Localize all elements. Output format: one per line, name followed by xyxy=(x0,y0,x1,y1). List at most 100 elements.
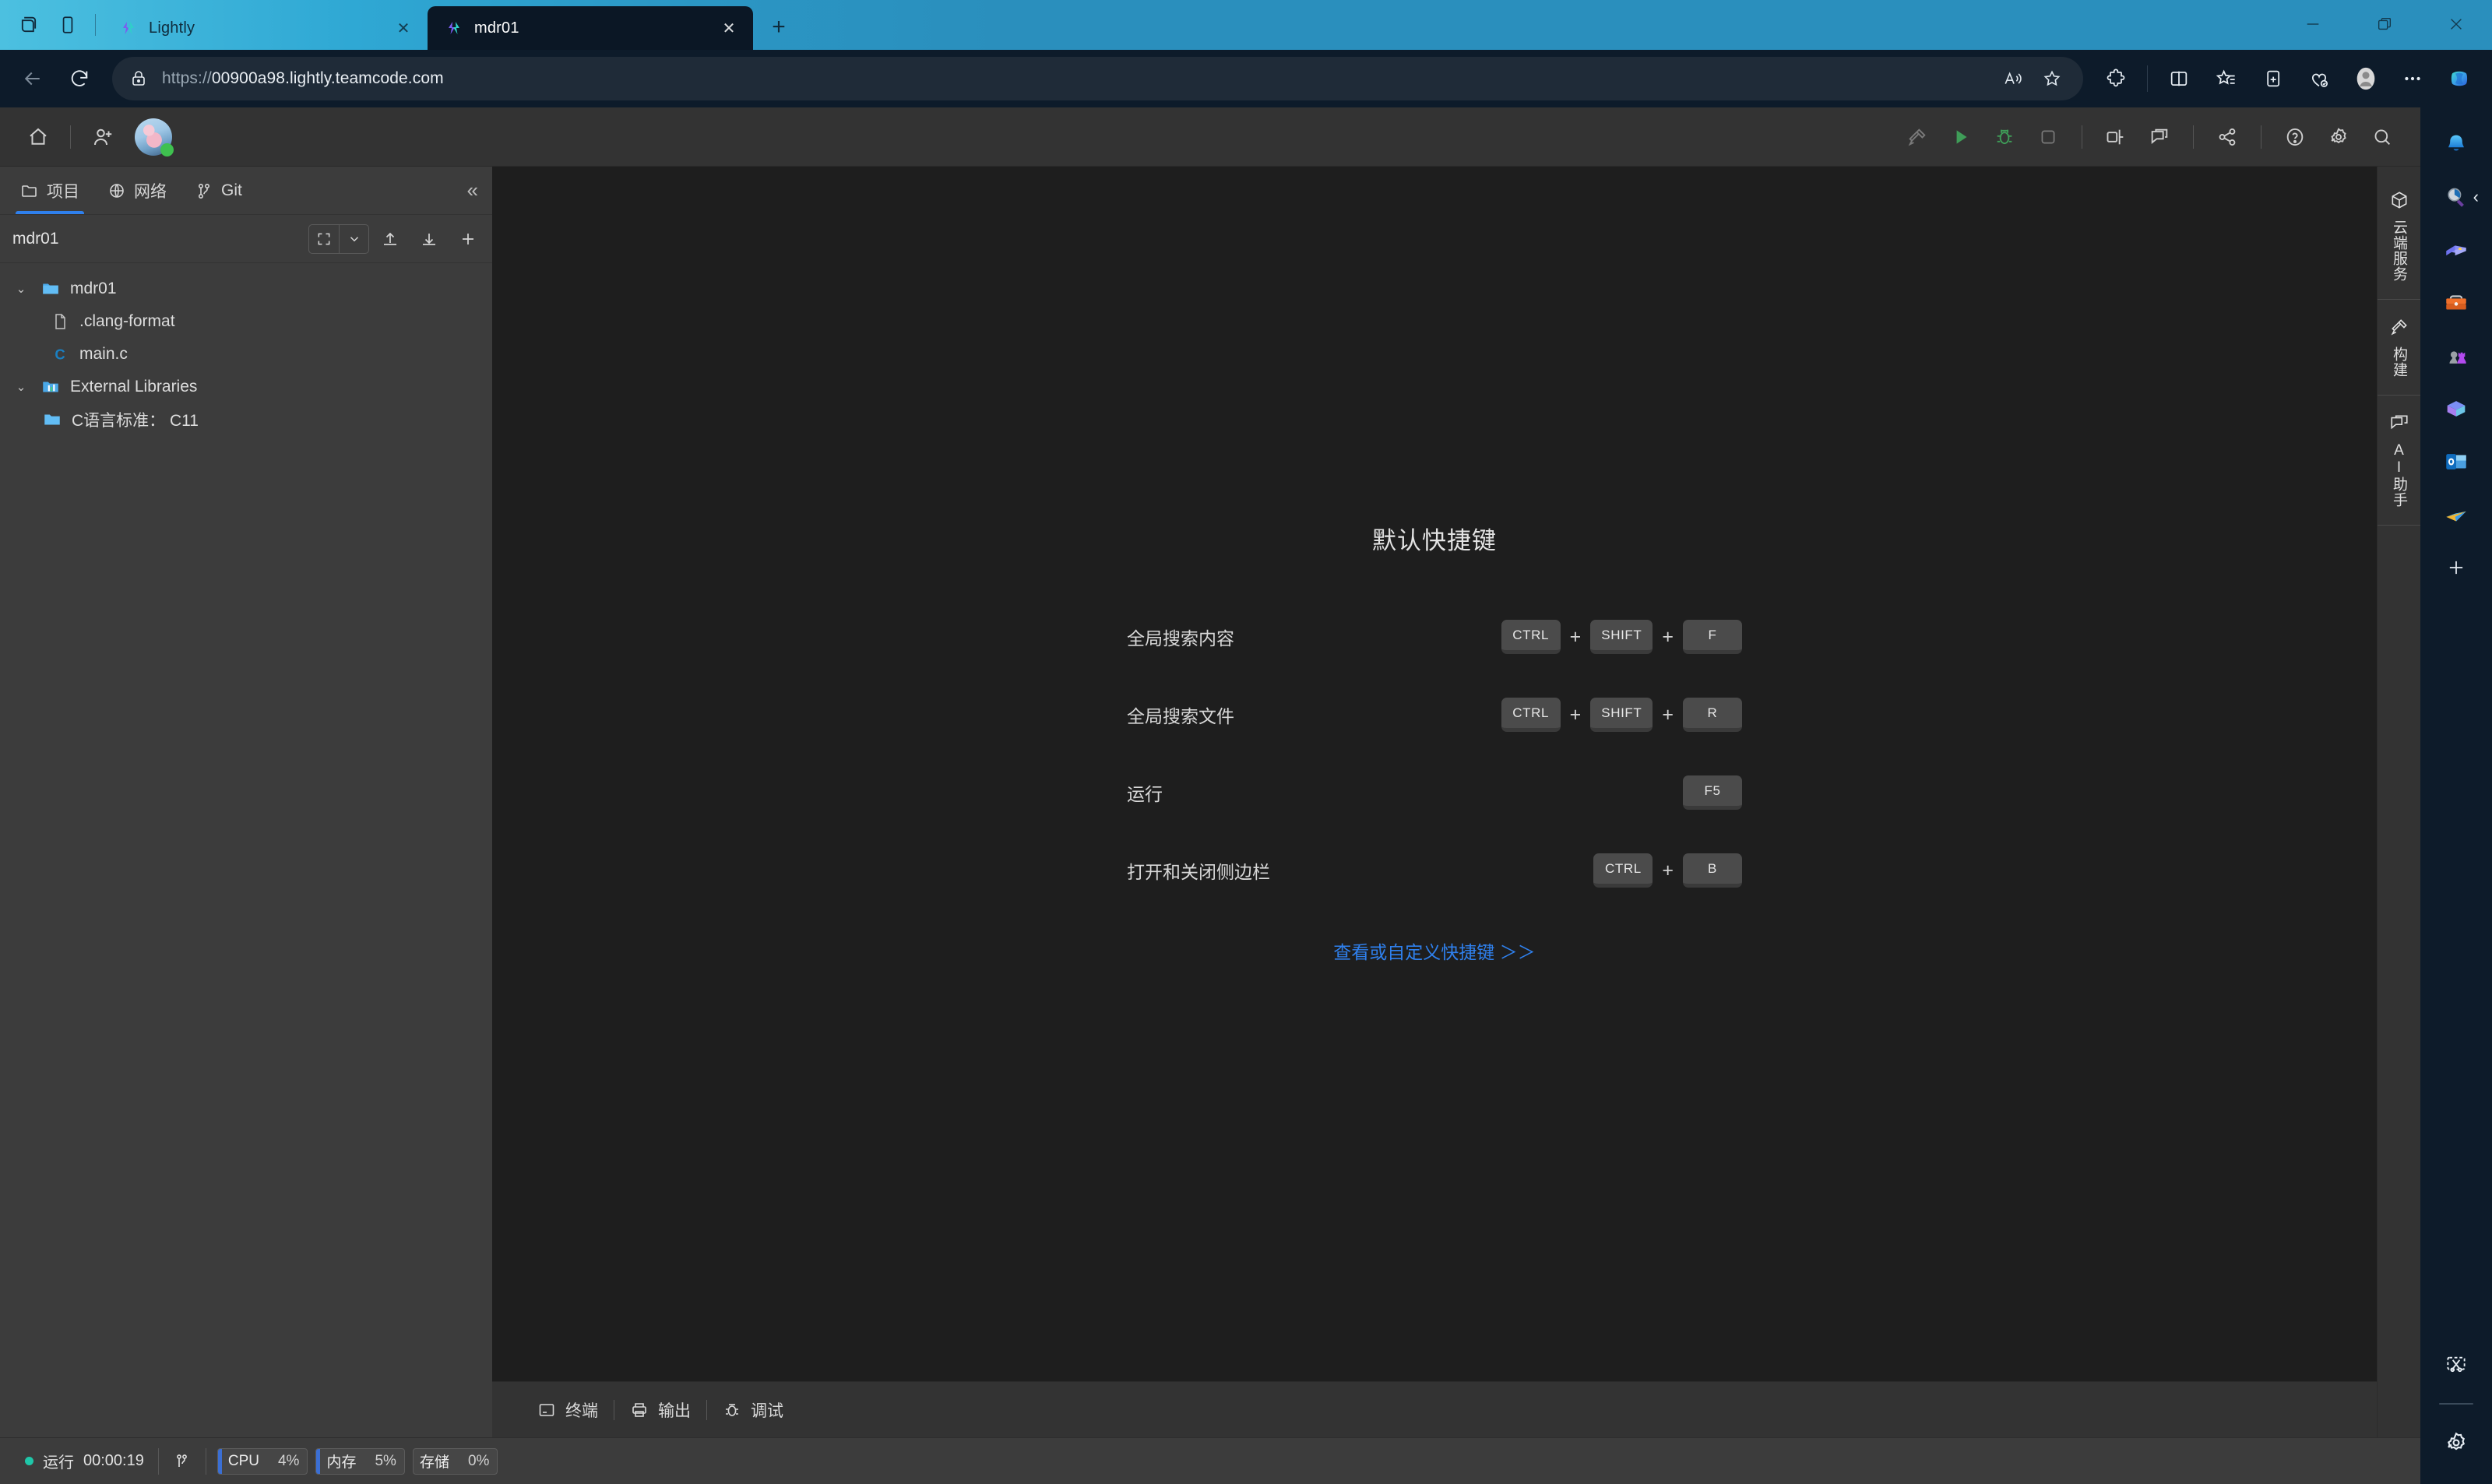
panel-tab-debug[interactable]: 调试 xyxy=(707,1398,799,1422)
split-screen-icon[interactable] xyxy=(50,7,86,43)
chevron-down-icon[interactable]: ⌄ xyxy=(11,282,31,296)
send-plane-icon[interactable] xyxy=(2432,491,2480,539)
url-text: https://00900a98.lightly.teamcode.com xyxy=(148,69,1994,88)
url-host: 00900a98.lightly.teamcode.com xyxy=(211,69,444,87)
run-icon[interactable] xyxy=(1940,116,1982,158)
shortcuts-table: 全局搜索内容 CTRL + SHIFT + F 全局搜索文件 CTRL + SH… xyxy=(1127,598,1742,909)
copilot-icon[interactable] xyxy=(2437,57,2481,100)
tab-close-icon[interactable]: ✕ xyxy=(716,15,742,41)
content-row: 项目 网络 Git « mdr01 ⌄ mdr01 .clang-format … xyxy=(0,107,2492,1484)
collapse-sidebar-icon[interactable]: ‹ xyxy=(2473,187,2479,207)
close-window-button[interactable] xyxy=(2420,0,2492,48)
home-icon[interactable] xyxy=(17,116,59,158)
panel-tab-label: 调试 xyxy=(751,1401,783,1420)
run-status-time: 00:00:19 xyxy=(83,1452,144,1469)
search-icon[interactable] xyxy=(2361,116,2403,158)
layout-panel-icon[interactable] xyxy=(2095,116,2137,158)
tab-close-icon[interactable]: ✕ xyxy=(390,15,417,41)
build-hammer-icon[interactable] xyxy=(1896,116,1938,158)
settings-gear-icon[interactable] xyxy=(2318,116,2360,158)
tab-project-label: 项目 xyxy=(47,182,79,201)
shortcut-keys: F5 xyxy=(1434,775,1742,810)
folder-open-icon xyxy=(39,279,62,299)
add-icon[interactable] xyxy=(450,221,486,257)
ide-topbar-divider xyxy=(2193,125,2194,149)
panel-tab-output[interactable]: 输出 xyxy=(614,1398,706,1422)
tree-item-label: mdr01 xyxy=(70,280,117,297)
tab-network[interactable]: 网络 xyxy=(93,167,181,214)
browser-tab-lightly[interactable]: Lightly ✕ xyxy=(102,6,428,50)
notifications-bell-icon[interactable] xyxy=(2432,120,2480,168)
c-file-icon: C xyxy=(48,344,72,364)
browser-titlebar: Lightly ✕ mdr01 ✕ + xyxy=(0,0,2492,50)
ide-body: 项目 网络 Git « mdr01 ⌄ mdr01 .clang-format … xyxy=(0,167,2421,1437)
comments-icon[interactable] xyxy=(2138,116,2180,158)
add-sidebar-icon[interactable] xyxy=(2432,543,2480,592)
settings-gear-icon[interactable] xyxy=(2432,1419,2480,1467)
tab-actions-icon[interactable] xyxy=(11,7,47,43)
tree-item-label: External Libraries xyxy=(70,378,198,396)
office-icon[interactable] xyxy=(2432,385,2480,433)
outlook-icon[interactable] xyxy=(2432,438,2480,486)
help-icon[interactable] xyxy=(2274,116,2316,158)
tree-item-main-c[interactable]: C main.c xyxy=(0,338,492,371)
address-bar[interactable]: https://00900a98.lightly.teamcode.com xyxy=(112,57,2083,100)
minimize-button[interactable] xyxy=(2277,0,2349,48)
games-icon[interactable] xyxy=(2432,332,2480,380)
keycap: CTRL xyxy=(1501,620,1561,654)
favorites-icon[interactable] xyxy=(2204,57,2247,100)
debug-icon[interactable] xyxy=(1983,116,2026,158)
browser-tab-mdr01[interactable]: mdr01 ✕ xyxy=(428,6,753,50)
user-avatar[interactable] xyxy=(135,118,174,156)
collections-icon[interactable] xyxy=(2251,57,2294,100)
tool-tab-cloud-services[interactable]: 云端服务 xyxy=(2377,173,2421,300)
tree-item-c-standard[interactable]: C语言标准： C11 xyxy=(0,403,492,436)
chevron-down-icon[interactable]: ⌄ xyxy=(11,380,31,394)
download-icon[interactable] xyxy=(411,221,447,257)
browser-essentials-icon[interactable] xyxy=(2297,57,2341,100)
upload-icon[interactable] xyxy=(372,221,408,257)
star-icon[interactable] xyxy=(2033,60,2071,97)
explorer-project-bar: mdr01 xyxy=(0,215,492,263)
explorer-tabs: 项目 网络 Git « xyxy=(0,167,492,215)
refresh-icon[interactable] xyxy=(58,57,101,100)
tool-tab-ai-assistant[interactable]: AI助手 xyxy=(2377,396,2421,526)
git-branch-status[interactable] xyxy=(159,1452,206,1471)
add-user-icon[interactable] xyxy=(82,116,124,158)
meter-storage[interactable]: 存储 0% xyxy=(412,1447,498,1475)
shopping-tag-icon[interactable] xyxy=(2432,226,2480,274)
tree-item-mdr01[interactable]: ⌄ mdr01 xyxy=(0,273,492,305)
tools-briefcase-icon[interactable] xyxy=(2432,279,2480,327)
meter-cpu[interactable]: CPU 4% xyxy=(216,1447,308,1475)
collapse-sidebar-icon[interactable]: « xyxy=(453,167,492,214)
back-arrow-icon[interactable] xyxy=(11,57,55,100)
tree-item-external-libraries[interactable]: ⌄ External Libraries xyxy=(0,371,492,403)
folder-icon xyxy=(20,181,39,200)
tool-tab-build[interactable]: 构建 xyxy=(2377,300,2421,396)
chevron-down-icon[interactable] xyxy=(339,224,368,253)
screenshot-scissors-icon[interactable] xyxy=(2432,1341,2480,1389)
stop-icon[interactable] xyxy=(2027,116,2069,158)
more-options-icon[interactable] xyxy=(2391,57,2434,100)
share-icon[interactable] xyxy=(2206,116,2248,158)
split-screen-icon[interactable] xyxy=(2157,57,2201,100)
new-tab-button[interactable]: + xyxy=(761,9,797,45)
extensions-icon[interactable] xyxy=(2094,57,2138,100)
expand-collapse-icon[interactable] xyxy=(309,225,339,253)
read-aloud-icon[interactable] xyxy=(1994,60,2032,97)
keycap: R xyxy=(1683,698,1742,732)
tree-item-clang-format[interactable]: .clang-format xyxy=(0,305,492,338)
tab-git[interactable]: Git xyxy=(181,167,256,214)
meter-label: 内存 xyxy=(326,1454,357,1471)
customize-shortcuts-link[interactable]: 查看或自定义快捷键 ＞＞ xyxy=(1333,937,1535,964)
tab-project[interactable]: 项目 xyxy=(6,167,93,214)
shortcut-label: 打开和关闭侧边栏 xyxy=(1127,862,1270,882)
search-icon[interactable]: ‹ xyxy=(2432,173,2480,221)
meter-memory[interactable]: 内存 5% xyxy=(315,1447,405,1475)
profile-avatar-icon[interactable] xyxy=(2344,57,2388,100)
restore-button[interactable] xyxy=(2349,0,2420,48)
tool-tab-label: AI助手 xyxy=(2391,442,2407,508)
lightly-favicon xyxy=(119,19,138,37)
panel-tab-terminal[interactable]: 终端 xyxy=(522,1398,614,1422)
run-status[interactable]: 运行 00:00:19 xyxy=(11,1450,158,1472)
